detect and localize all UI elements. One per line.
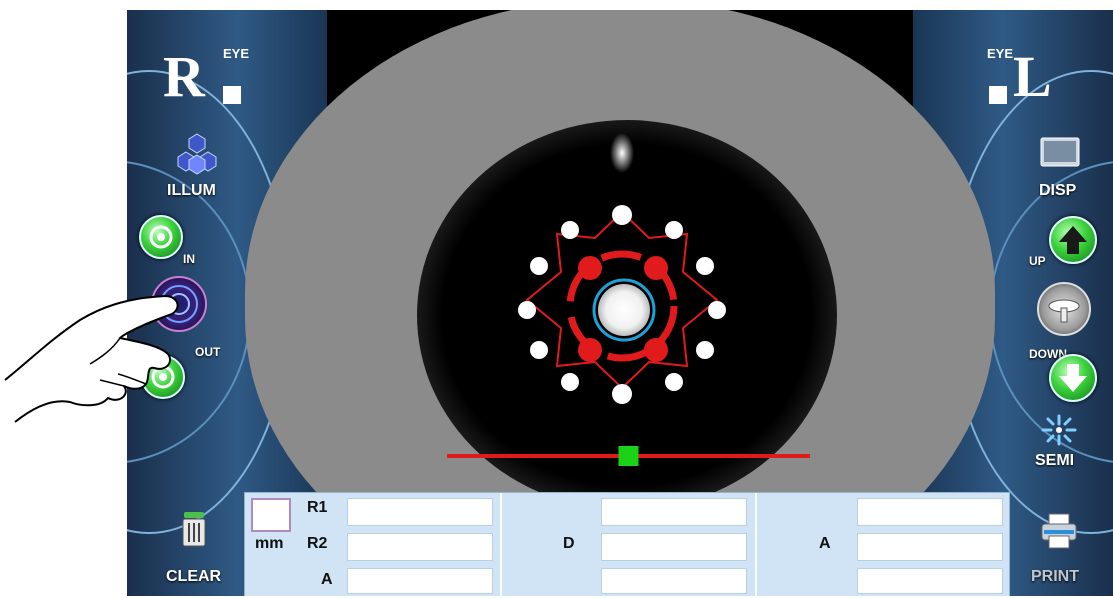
in-button[interactable] xyxy=(139,215,183,259)
measurement-panel: mm R1 R2 A D A xyxy=(244,492,1010,596)
arrow-down-icon xyxy=(1059,364,1087,392)
trash-icon xyxy=(182,512,206,547)
axis-value xyxy=(347,568,493,594)
section-divider xyxy=(755,493,757,596)
arrow-up-icon xyxy=(1059,226,1087,254)
print-label: PRINT xyxy=(1031,568,1079,585)
eye-text: EYE xyxy=(223,46,250,61)
a-value-1 xyxy=(857,498,1003,526)
semi-label: SEMI xyxy=(1035,452,1075,469)
illumination-hex-icon xyxy=(177,133,217,175)
up-button[interactable] xyxy=(1049,216,1097,264)
section-divider xyxy=(500,493,502,596)
focus-indicator[interactable] xyxy=(618,446,639,466)
d-value-2 xyxy=(601,533,747,561)
up-label: UP xyxy=(1029,254,1046,268)
illum-label: ILLUM xyxy=(167,182,216,199)
in-label: IN xyxy=(183,252,195,266)
a-label: A xyxy=(819,535,831,552)
a-value-3 xyxy=(857,568,1003,594)
unit-label: mm xyxy=(255,535,284,552)
illum-button[interactable]: ILLUM xyxy=(167,132,227,202)
r1-value xyxy=(347,498,493,526)
printer-icon xyxy=(1041,513,1077,549)
disp-button[interactable]: DISP xyxy=(1029,132,1089,202)
down-button[interactable] xyxy=(1049,354,1097,402)
monitor-icon xyxy=(1040,137,1080,167)
right-eye-logo[interactable]: R EYE xyxy=(163,46,249,106)
r2-value xyxy=(347,533,493,561)
semi-auto-icon xyxy=(1041,414,1077,446)
right-eye-letter: R xyxy=(163,44,205,109)
d-label: D xyxy=(563,535,575,552)
d-value-1 xyxy=(601,498,747,526)
chinrest-button[interactable] xyxy=(1037,282,1091,336)
disp-label: DISP xyxy=(1039,182,1077,199)
r2-label: R2 xyxy=(307,535,328,552)
eye-square-icon xyxy=(989,86,1007,104)
semi-button[interactable]: SEMI xyxy=(1031,412,1091,482)
print-button[interactable]: PRINT xyxy=(1025,510,1095,590)
keratometer-screen: R EYE EYE L ILLUM IN OUT CLEAR DISP UP D… xyxy=(127,10,1113,596)
clear-button[interactable]: CLEAR xyxy=(163,510,233,590)
pupil-center xyxy=(598,284,650,336)
a-value-2 xyxy=(857,533,1003,561)
chinrest-icon xyxy=(1048,299,1080,323)
hand-pointer-icon xyxy=(4,295,179,423)
axis-label: A xyxy=(321,571,333,588)
left-eye-letter: L xyxy=(1013,44,1052,109)
eye-square-icon xyxy=(223,86,241,104)
d-value-3 xyxy=(601,568,747,594)
corneal-reflex xyxy=(610,133,634,173)
r1-label: R1 xyxy=(307,499,328,516)
clear-label: CLEAR xyxy=(166,568,222,585)
eye-text: EYE xyxy=(987,46,1014,61)
aperture-in-icon xyxy=(149,225,173,249)
unit-selector-box[interactable] xyxy=(251,498,291,532)
